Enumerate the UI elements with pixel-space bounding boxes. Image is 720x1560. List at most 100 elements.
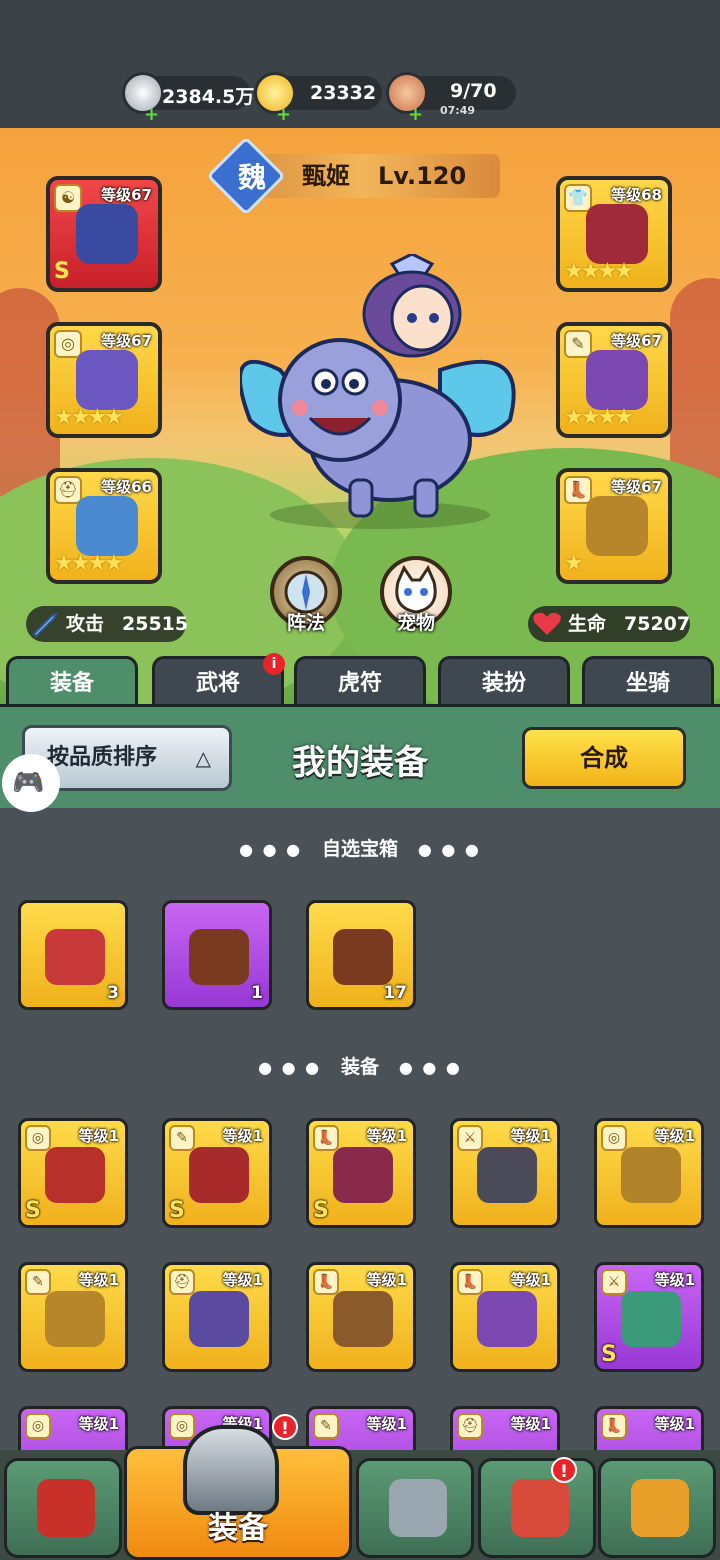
sort-label: 按品质排序 [47, 745, 158, 770]
bracer-type-icon: ✎ [25, 1269, 51, 1295]
accessory-slot[interactable]: ◎ 等级67 ★★★★ [46, 322, 162, 438]
nav-battle[interactable] [356, 1458, 474, 1558]
grade-label: S [25, 1198, 41, 1223]
equipment-item[interactable]: ⚔ 等级1 S [594, 1262, 704, 1372]
armor-slot[interactable]: 👕 等级68 ★★★★ [556, 176, 672, 292]
alert-icon: ! [272, 1414, 298, 1440]
tab-mount[interactable]: 坐骑 [582, 656, 714, 706]
add-stamina-icon[interactable]: + [408, 104, 423, 125]
slot-stars: ★★★★ [564, 259, 634, 284]
nav-equipment[interactable]: 装备 [124, 1425, 352, 1560]
equipment-item[interactable]: ◎ 等级1 S [18, 1118, 128, 1228]
necklace-icon [621, 1147, 681, 1203]
equipment-item[interactable]: 👢 等级1 [450, 1262, 560, 1372]
helmet-type-icon: ⛑ [457, 1413, 483, 1439]
tab-tiger-tally[interactable]: 虎符 [294, 656, 426, 706]
grade-label: S [313, 1198, 329, 1223]
item-level: 等级1 [366, 1271, 407, 1289]
equipment-item[interactable]: ⚔ 等级1 [450, 1118, 560, 1228]
equipment-item[interactable]: ✎ 等级1 [18, 1262, 128, 1372]
tab-equipment[interactable]: 装备 [6, 656, 138, 706]
alert-icon: ! [551, 1457, 577, 1483]
equipment-item[interactable]: ◎ 等级1 [594, 1118, 704, 1228]
item-count: 1 [251, 983, 263, 1003]
equipment-item[interactable]: 👢 等级1 [306, 1262, 416, 1372]
helmet-type-icon: ⛑ [169, 1269, 195, 1295]
boots-icon [586, 496, 648, 556]
slot-level: 等级67 [101, 186, 152, 204]
tab-costume[interactable]: 装扮 [438, 656, 570, 706]
stamina-resource[interactable]: + 9/70 07:49 [386, 72, 516, 125]
add-silver-icon[interactable]: + [144, 104, 159, 125]
chest-section-header: ● ● ● 自选宝箱 ● ● ● [0, 834, 720, 861]
heart-icon [533, 612, 561, 635]
gold-resource[interactable]: + 23332 [254, 72, 382, 125]
slot-level: 等级67 [611, 478, 662, 496]
boots-icon [333, 1291, 393, 1347]
item-level: 等级1 [78, 1271, 119, 1289]
stamina-timer: 07:49 [440, 104, 476, 117]
equipment-item[interactable]: ✎ 等级1 S [162, 1118, 272, 1228]
gamepad-float-button[interactable]: 🎮 [2, 754, 60, 812]
equipment-toolbar: 按品质排序 △ 我的装备 合成 [0, 704, 720, 808]
chest-section-title: 自选宝箱 [321, 838, 398, 860]
slot-level: 等级68 [611, 186, 662, 204]
weapon-type-icon: ⚔ [457, 1125, 483, 1151]
shuriken-icon [477, 1147, 537, 1203]
boots-icon [477, 1291, 537, 1347]
equipment-item[interactable]: ⛑ 等级1 [162, 1262, 272, 1372]
rooster-icon [511, 1479, 569, 1537]
boots-type-icon: 👢 [313, 1125, 339, 1151]
blade-icon [621, 1291, 681, 1347]
kingdom-label: 魏 [237, 161, 266, 194]
attack-value: 25515 [122, 613, 189, 635]
silver-resource[interactable]: + 2384.5万 [122, 72, 254, 125]
item-level: 等级1 [654, 1127, 695, 1145]
weapon-type-icon: ⚔ [601, 1269, 627, 1295]
slot-stars: ★★★★ [54, 551, 124, 576]
chest-item[interactable]: 3 [18, 900, 128, 1010]
hp-label: 生命 [568, 613, 607, 635]
hero-portrait [362, 254, 462, 358]
armor-icon [586, 204, 648, 264]
bracer-slot[interactable]: ✎ 等级67 ★★★★ [556, 322, 672, 438]
status-bar: + 2384.5万 + 23332 + 9/70 07:49 [0, 0, 720, 128]
weapon-slot[interactable]: ☯ 等级67 S [46, 176, 162, 292]
tab-generals[interactable]: 武将 i [152, 653, 285, 706]
page-title: 我的装备 [292, 743, 428, 783]
item-level: 等级1 [366, 1127, 407, 1145]
nav-heroes[interactable]: ! [478, 1457, 596, 1558]
add-gold-icon[interactable]: + [276, 104, 291, 125]
grade-label: S [54, 259, 70, 284]
item-level: 等级1 [78, 1127, 119, 1145]
item-level: 等级1 [510, 1127, 551, 1145]
chest-item[interactable]: 17 [306, 900, 416, 1010]
item-level: 等级1 [222, 1127, 263, 1145]
combine-button[interactable]: 合成 [522, 727, 686, 789]
item-level: 等级1 [366, 1415, 407, 1433]
item-level: 等级1 [78, 1415, 119, 1433]
grade-label: S [169, 1198, 185, 1223]
gold-value: 23332 [310, 82, 377, 104]
accessory-type-icon: ◎ [169, 1413, 195, 1439]
nav-equipment-label: 装备 [208, 1511, 268, 1546]
nav-main-city[interactable] [4, 1458, 122, 1558]
equipment-item[interactable]: 👢 等级1 S [306, 1118, 416, 1228]
item-level: 等级1 [510, 1271, 551, 1289]
armor-type-icon: 👕 [564, 184, 592, 212]
hero-name: 甄姬 [302, 162, 350, 190]
nav-upgrade[interactable] [598, 1458, 716, 1558]
hero-level: Lv.120 [378, 162, 467, 190]
boots-type-icon: 👢 [601, 1413, 627, 1439]
bracer-type-icon: ✎ [564, 330, 592, 358]
boots-slot[interactable]: 👢 等级67 ★ [556, 468, 672, 584]
helmet-slot[interactable]: ⛑ 等级66 ★★★★ [46, 468, 162, 584]
amulet-icon [45, 1147, 105, 1203]
amulet-icon [76, 350, 138, 410]
item-count: 3 [107, 983, 119, 1003]
chest-item[interactable]: 1 [162, 900, 272, 1010]
attack-label: 攻击 [66, 613, 105, 635]
dots-decoration: ● ● ● [258, 1058, 322, 1077]
boots-icon [333, 1147, 393, 1203]
item-level: 等级1 [654, 1271, 695, 1289]
